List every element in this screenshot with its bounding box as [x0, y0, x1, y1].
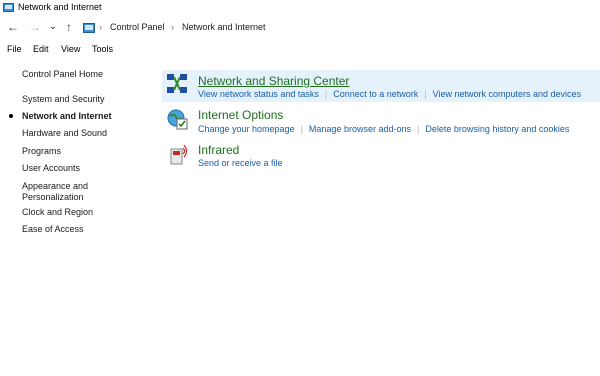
category-links: Change your homepage | Manage browser add-… — [198, 124, 569, 134]
sidebar-item-hardware-and-sound[interactable]: Hardware and Sound — [22, 128, 107, 139]
recent-locations-icon[interactable]: ⌄ — [46, 20, 60, 34]
link-change-homepage[interactable]: Change your homepage — [198, 124, 295, 134]
breadcrumb-network-and-internet[interactable]: Network and Internet — [182, 22, 266, 32]
category-title[interactable]: Internet Options — [198, 108, 283, 122]
category-network-sharing-center[interactable]: Network and Sharing Center View network … — [162, 70, 600, 102]
sidebar-item-clock-and-region[interactable]: Clock and Region — [22, 207, 93, 218]
breadcrumb-separator: › — [171, 22, 174, 32]
control-panel-icon — [83, 23, 95, 33]
sidebar-item-system-and-security[interactable]: System and Security — [22, 94, 105, 105]
category-title[interactable]: Infrared — [198, 143, 239, 157]
infrared-icon — [170, 144, 188, 165]
window-title: Network and Internet — [18, 2, 102, 12]
link-separator: | — [300, 124, 303, 134]
sidebar-item-ease-of-access[interactable]: Ease of Access — [22, 224, 84, 235]
sidebar-item-appearance-line1[interactable]: Appearance and — [22, 181, 88, 192]
link-view-network-computers[interactable]: View network computers and devices — [433, 89, 581, 99]
address-bar[interactable]: › Control Panel › Network and Internet — [80, 20, 600, 36]
menu-edit[interactable]: Edit — [33, 44, 49, 54]
link-manage-addons[interactable]: Manage browser add-ons — [309, 124, 411, 134]
internet-options-icon — [167, 109, 188, 130]
category-internet-options[interactable]: Internet Options Change your homepage | Ma… — [162, 105, 600, 137]
link-separator: | — [324, 89, 328, 99]
category-links: Send or receive a file — [198, 158, 283, 168]
network-sharing-icon — [167, 74, 187, 93]
link-separator: | — [424, 89, 427, 99]
sidebar-item-control-panel-home[interactable]: Control Panel Home — [22, 69, 103, 80]
sidebar-item-network-and-internet[interactable]: Network and Internet — [22, 111, 112, 122]
link-view-network-status[interactable]: View network status and tasks — [198, 89, 319, 99]
sidebar-item-user-accounts[interactable]: User Accounts — [22, 163, 80, 174]
category-links: View network status and tasks | Connect to… — [198, 89, 581, 99]
link-separator: | — [416, 124, 420, 134]
navigation-bar: ← → ⌄ ↑ › Control Panel › Network and In… — [0, 18, 600, 38]
link-send-receive-file[interactable]: Send or receive a file — [198, 158, 283, 168]
breadcrumb-separator: › — [99, 22, 102, 32]
breadcrumb-control-panel[interactable]: Control Panel — [110, 22, 165, 32]
sidebar-item-programs[interactable]: Programs — [22, 146, 61, 157]
link-delete-history[interactable]: Delete browsing history and cookies — [425, 124, 569, 134]
menu-tools[interactable]: Tools — [92, 44, 113, 54]
control-panel-icon — [3, 3, 14, 12]
forward-arrow-icon[interactable]: → — [28, 20, 42, 34]
sidebar-item-appearance-line2[interactable]: Personalization — [22, 192, 84, 203]
link-connect-to-network[interactable]: Connect to a network — [333, 89, 418, 99]
category-title[interactable]: Network and Sharing Center — [198, 74, 349, 88]
menu-view[interactable]: View — [61, 44, 80, 54]
category-infrared[interactable]: Infrared Send or receive a file — [162, 140, 600, 172]
active-bullet-icon — [9, 114, 13, 118]
back-arrow-icon[interactable]: ← — [6, 20, 20, 34]
menu-file[interactable]: File — [7, 44, 22, 54]
menu-bar: File Edit View Tools — [0, 43, 600, 57]
title-bar: Network and Internet — [0, 0, 600, 16]
up-arrow-icon[interactable]: ↑ — [62, 20, 76, 34]
